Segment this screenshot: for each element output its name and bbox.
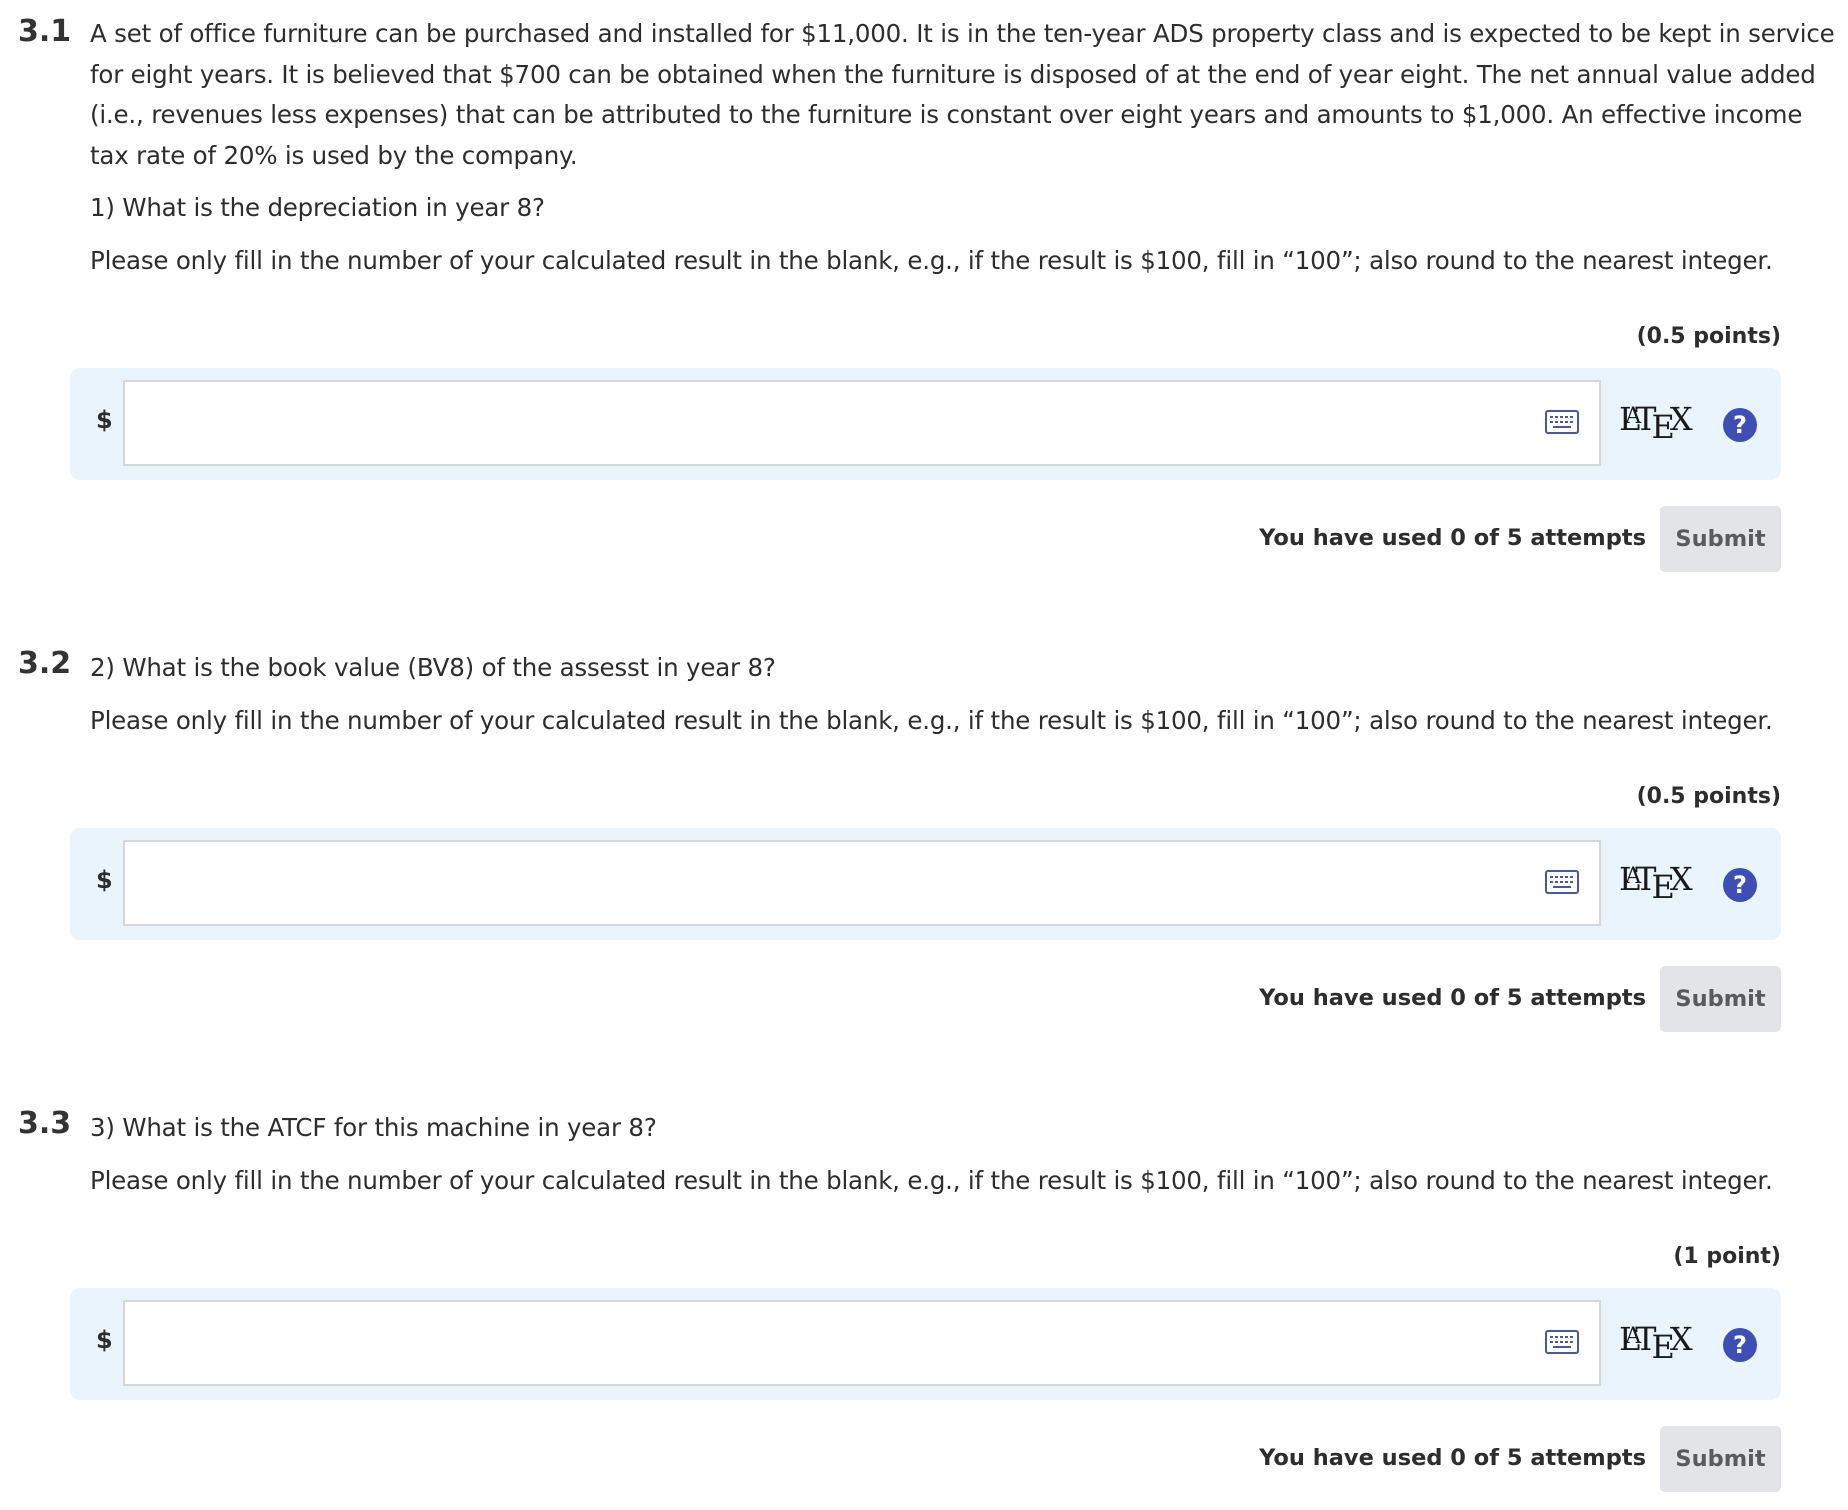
question-instructions: Please only fill in the number of your c… bbox=[90, 705, 1773, 735]
answer-box: $ LATEX ? bbox=[70, 368, 1781, 480]
question-instructions: Please only fill in the number of your c… bbox=[90, 245, 1773, 275]
currency-prefix: $ bbox=[96, 406, 113, 434]
help-icon[interactable]: ? bbox=[1723, 408, 1757, 442]
keyboard-icon[interactable] bbox=[1545, 410, 1579, 434]
question-prompt: 3) What is the ATCF for this machine in … bbox=[90, 1113, 657, 1142]
currency-prefix: $ bbox=[96, 1326, 113, 1354]
attempts-counter: You have used 0 of 5 attempts bbox=[1259, 1445, 1646, 1471]
question-number: 3.3 bbox=[18, 1106, 72, 1141]
attempts-counter: You have used 0 of 5 attempts bbox=[1259, 985, 1646, 1011]
help-icon[interactable]: ? bbox=[1723, 1328, 1757, 1362]
question-body: 2) What is the book value (BV8) of the a… bbox=[90, 648, 1840, 741]
currency-prefix: $ bbox=[96, 866, 113, 894]
answer-box: $ LATEX ? bbox=[70, 828, 1781, 940]
question-prompt: 2) What is the book value (BV8) of the a… bbox=[90, 653, 776, 682]
answer-box: $ LATEX ? bbox=[70, 1288, 1781, 1400]
points-label: (0.5 points) bbox=[1636, 324, 1781, 349]
question-instructions: Please only fill in the number of your c… bbox=[90, 1165, 1773, 1195]
question-body: A set of office furniture can be purchas… bbox=[90, 14, 1840, 281]
points-label: (1 point) bbox=[1673, 1244, 1781, 1269]
question-number: 3.2 bbox=[18, 646, 72, 681]
latex-logo: LATEX bbox=[1619, 1320, 1693, 1366]
question-stem: A set of office furniture can be purchas… bbox=[90, 19, 1835, 170]
answer-input[interactable] bbox=[123, 1300, 1601, 1386]
attempts-counter: You have used 0 of 5 attempts bbox=[1259, 525, 1646, 551]
submit-button[interactable]: Submit bbox=[1660, 966, 1781, 1032]
answer-input[interactable] bbox=[123, 380, 1601, 466]
keyboard-icon[interactable] bbox=[1545, 1330, 1579, 1354]
points-label: (0.5 points) bbox=[1636, 784, 1781, 809]
question-number: 3.1 bbox=[18, 14, 72, 49]
answer-input[interactable] bbox=[123, 840, 1601, 926]
help-icon[interactable]: ? bbox=[1723, 868, 1757, 902]
submit-button[interactable]: Submit bbox=[1660, 506, 1781, 572]
latex-logo: LATEX bbox=[1619, 400, 1693, 446]
question-body: 3) What is the ATCF for this machine in … bbox=[90, 1108, 1840, 1201]
keyboard-icon[interactable] bbox=[1545, 870, 1579, 894]
latex-logo: LATEX bbox=[1619, 860, 1693, 906]
question-prompt: 1) What is the depreciation in year 8? bbox=[90, 193, 545, 222]
submit-button[interactable]: Submit bbox=[1660, 1426, 1781, 1492]
